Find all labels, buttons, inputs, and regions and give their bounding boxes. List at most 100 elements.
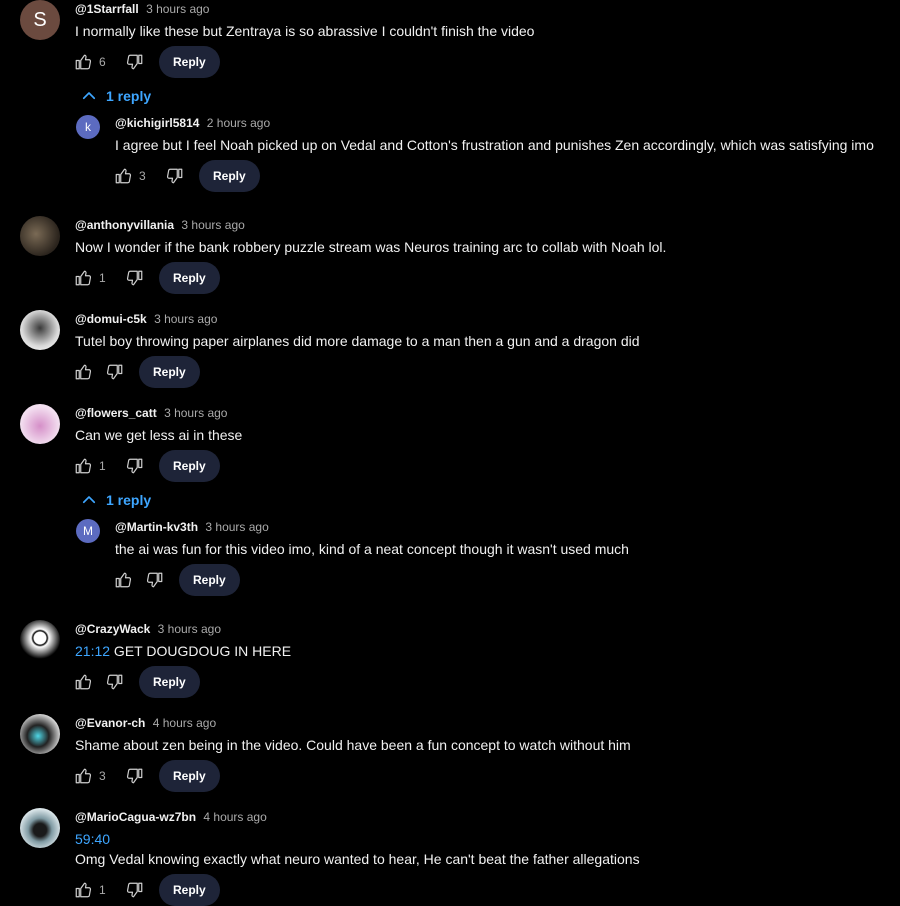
dislike-button[interactable] — [103, 360, 127, 384]
avatar[interactable] — [20, 808, 60, 848]
like-button[interactable] — [71, 266, 95, 290]
dislike-button[interactable] — [123, 266, 147, 290]
comment-text: Can we get less ai in these — [75, 427, 243, 443]
dislike-button[interactable] — [103, 670, 127, 694]
video-timestamp-link[interactable]: 59:40 — [75, 831, 110, 847]
thumb-down-icon — [126, 269, 144, 287]
like-button[interactable] — [71, 360, 95, 384]
dislike-button[interactable] — [123, 878, 147, 902]
reply-time[interactable]: 2 hours ago — [207, 116, 270, 130]
dislike-button[interactable] — [163, 164, 187, 188]
avatar[interactable] — [20, 216, 60, 256]
comment-actions: 6 Reply — [71, 46, 220, 78]
like-count: 6 — [99, 55, 106, 69]
reply-header: @kichigirl5814 2 hours ago — [115, 116, 270, 130]
comment-text: 21:12 GET DOUGDOUG IN HERE — [75, 643, 291, 659]
comment-author[interactable]: @Evanor-ch — [75, 716, 145, 730]
like-count: 1 — [99, 271, 106, 285]
comment-time[interactable]: 4 hours ago — [153, 716, 216, 730]
comment-author[interactable]: @MarioCagua-wz7bn — [75, 810, 196, 824]
avatar-letter: k — [85, 120, 91, 134]
like-button[interactable] — [111, 164, 135, 188]
comment-text: Now I wonder if the bank robbery puzzle … — [75, 239, 667, 255]
like-button[interactable] — [71, 878, 95, 902]
comment-actions: 1 Reply — [71, 262, 220, 294]
video-timestamp-link[interactable]: 21:12 — [75, 643, 110, 659]
reply-author[interactable]: @Martin-kv3th — [115, 520, 198, 534]
comment-header: @MarioCagua-wz7bn 4 hours ago — [75, 810, 267, 824]
comment-actions: Reply — [71, 666, 200, 698]
comment-header: @domui-c5k 3 hours ago — [75, 312, 217, 326]
thumb-down-icon — [166, 167, 184, 185]
like-count: 3 — [99, 769, 106, 783]
reply-button[interactable]: Reply — [159, 450, 220, 482]
like-count: 1 — [99, 883, 106, 897]
reply-avatar[interactable]: k — [76, 115, 100, 139]
like-button[interactable] — [71, 764, 95, 788]
reply-header: @Martin-kv3th 3 hours ago — [115, 520, 269, 534]
reply-author[interactable]: @kichigirl5814 — [115, 116, 199, 130]
avatar[interactable] — [20, 310, 60, 350]
dislike-button[interactable] — [123, 454, 147, 478]
comment-time[interactable]: 3 hours ago — [146, 2, 209, 16]
reply-button[interactable]: Reply — [139, 666, 200, 698]
thumb-up-icon — [74, 767, 92, 785]
hide-replies-toggle[interactable]: 1 reply — [80, 491, 151, 509]
reply-button[interactable]: Reply — [139, 356, 200, 388]
comment-time[interactable]: 3 hours ago — [154, 312, 217, 326]
comment-author[interactable]: @anthonyvillania — [75, 218, 174, 232]
comment-time[interactable]: 3 hours ago — [164, 406, 227, 420]
comment-time[interactable]: 3 hours ago — [181, 218, 244, 232]
comment-author[interactable]: @1Starrfall — [75, 2, 139, 16]
reply-button[interactable]: Reply — [159, 760, 220, 792]
comment-header: @1Starrfall 3 hours ago — [75, 2, 209, 16]
comment-time[interactable]: 3 hours ago — [158, 622, 221, 636]
comment-author[interactable]: @CrazyWack — [75, 622, 150, 636]
avatar-letter: S — [33, 8, 47, 31]
comment-author[interactable]: @domui-c5k — [75, 312, 147, 326]
thumb-up-icon — [114, 571, 132, 589]
thumb-up-icon — [74, 881, 92, 899]
reply-actions: Reply — [111, 564, 240, 596]
thumb-down-icon — [106, 363, 124, 381]
chevron-up-icon — [80, 491, 98, 509]
avatar[interactable] — [20, 714, 60, 754]
comment-header: @Evanor-ch 4 hours ago — [75, 716, 216, 730]
thumb-up-icon — [74, 363, 92, 381]
like-count: 1 — [99, 459, 106, 473]
like-button[interactable] — [71, 50, 95, 74]
like-count: 3 — [139, 169, 146, 183]
reply-button[interactable]: Reply — [159, 262, 220, 294]
comment-actions: 1 Reply — [71, 450, 220, 482]
avatar-letter: M — [83, 524, 93, 538]
dislike-button[interactable] — [123, 50, 147, 74]
reply-button[interactable]: Reply — [179, 564, 240, 596]
comment-header: @flowers_catt 3 hours ago — [75, 406, 227, 420]
hide-replies-toggle[interactable]: 1 reply — [80, 87, 151, 105]
like-button[interactable] — [71, 670, 95, 694]
dislike-button[interactable] — [123, 764, 147, 788]
thumb-down-icon — [126, 457, 144, 475]
avatar[interactable] — [20, 404, 60, 444]
thumb-up-icon — [114, 167, 132, 185]
comment-text: Shame about zen being in the video. Coul… — [75, 737, 631, 753]
thumb-down-icon — [126, 767, 144, 785]
reply-avatar[interactable]: M — [76, 519, 100, 543]
comment-author[interactable]: @flowers_catt — [75, 406, 157, 420]
avatar[interactable]: S — [20, 0, 60, 40]
avatar[interactable] — [20, 620, 60, 660]
dislike-button[interactable] — [143, 568, 167, 592]
reply-button[interactable]: Reply — [199, 160, 260, 192]
comment-text-body: GET DOUGDOUG IN HERE — [110, 643, 292, 659]
like-button[interactable] — [111, 568, 135, 592]
thumb-down-icon — [106, 673, 124, 691]
reply-text: the ai was fun for this video imo, kind … — [115, 541, 629, 557]
comment-header: @anthonyvillania 3 hours ago — [75, 218, 245, 232]
reply-time[interactable]: 3 hours ago — [205, 520, 268, 534]
thumb-down-icon — [126, 53, 144, 71]
like-button[interactable] — [71, 454, 95, 478]
reply-button[interactable]: Reply — [159, 874, 220, 906]
comment-header: @CrazyWack 3 hours ago — [75, 622, 221, 636]
comment-time[interactable]: 4 hours ago — [203, 810, 266, 824]
reply-button[interactable]: Reply — [159, 46, 220, 78]
